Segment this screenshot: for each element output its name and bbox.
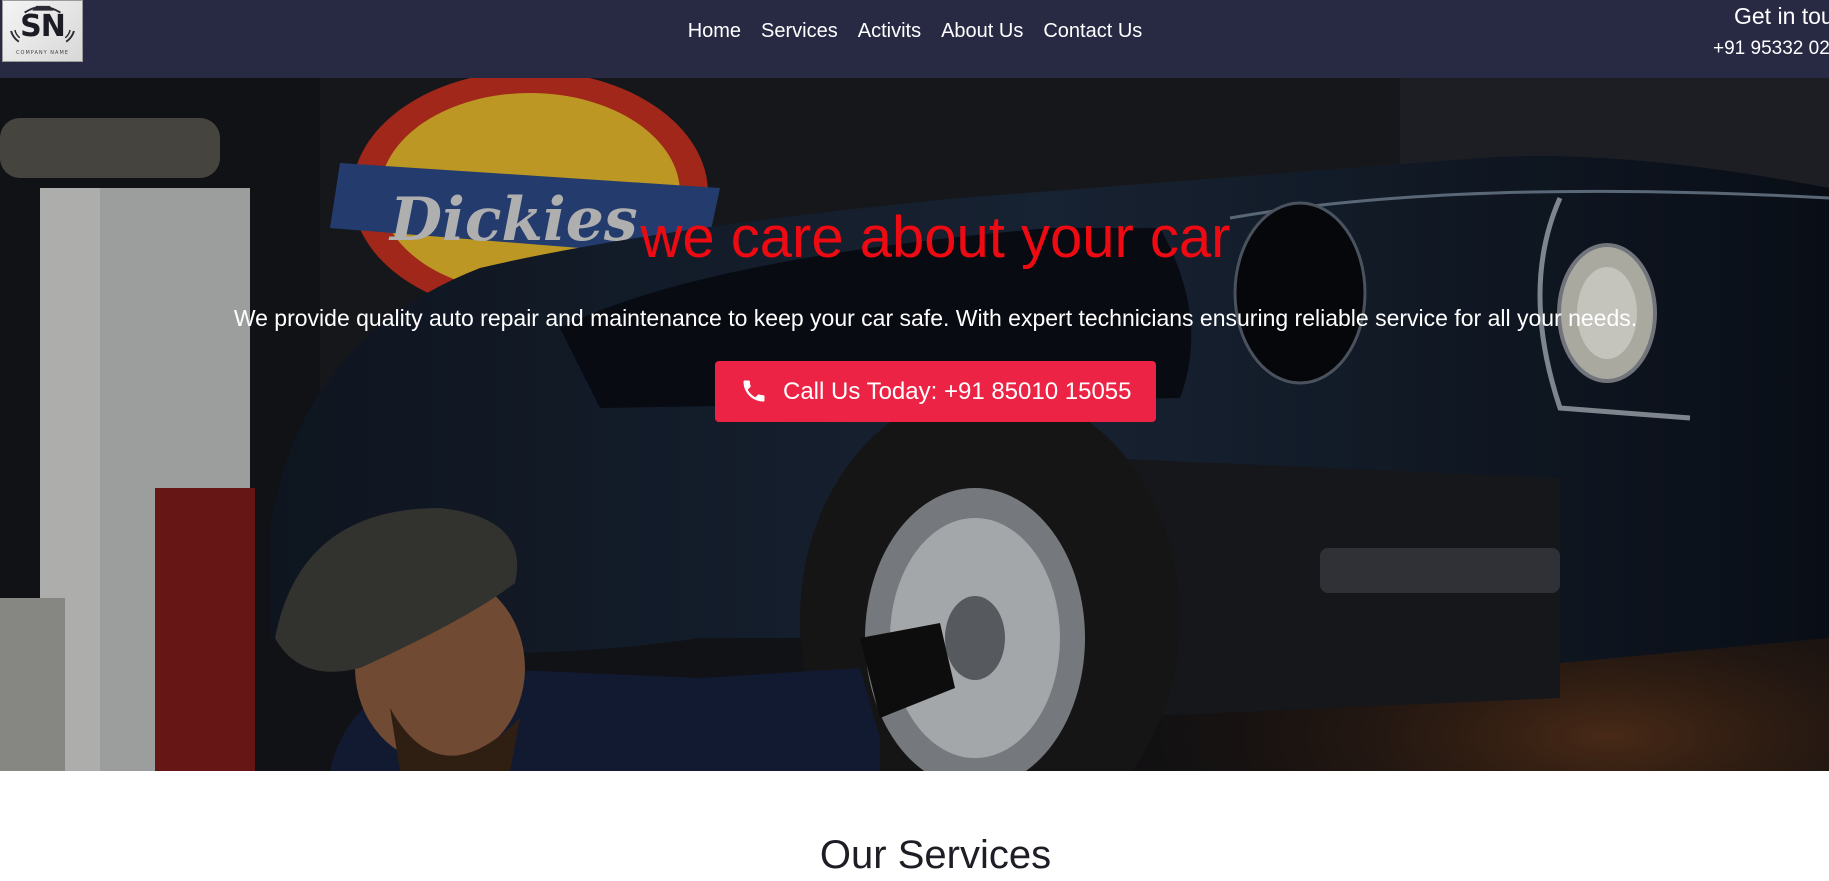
contact-title: Get in tou: [1734, 3, 1829, 29]
nav-activits-link[interactable]: Activits: [858, 19, 921, 43]
logo-subtitle: COMPANY NAME: [16, 50, 69, 56]
header-contact: Get in tou +91 95332 02: [1713, 0, 1829, 78]
services-section: Our Services: [0, 771, 1829, 881]
nav-contact-us-link[interactable]: Contact Us: [1043, 19, 1142, 43]
nav-services-link[interactable]: Services: [761, 19, 838, 43]
contact-phone[interactable]: +91 95332 02: [1713, 38, 1829, 60]
hero-title: we care about your car: [640, 205, 1231, 270]
nav-about-us-link[interactable]: About Us: [941, 19, 1023, 43]
services-title: Our Services: [819, 833, 1052, 877]
phone-icon: [743, 380, 765, 402]
nav-home-link[interactable]: Home: [688, 19, 741, 43]
main-nav: Home Services Activits About Us Contact …: [0, 19, 1829, 43]
navbar: SN COMPANY NAME Home Services Activits A…: [0, 0, 1829, 78]
call-us-button[interactable]: Call Us Today: +91 85010 15055: [715, 361, 1156, 422]
hero-section: Dickies we care about your car We provid…: [0, 78, 1829, 771]
call-us-label: Call Us Today: +91 85010 15055: [783, 378, 1132, 405]
hero-overlay: [0, 78, 1829, 771]
hero-description: We provide quality auto repair and maint…: [233, 305, 1638, 331]
